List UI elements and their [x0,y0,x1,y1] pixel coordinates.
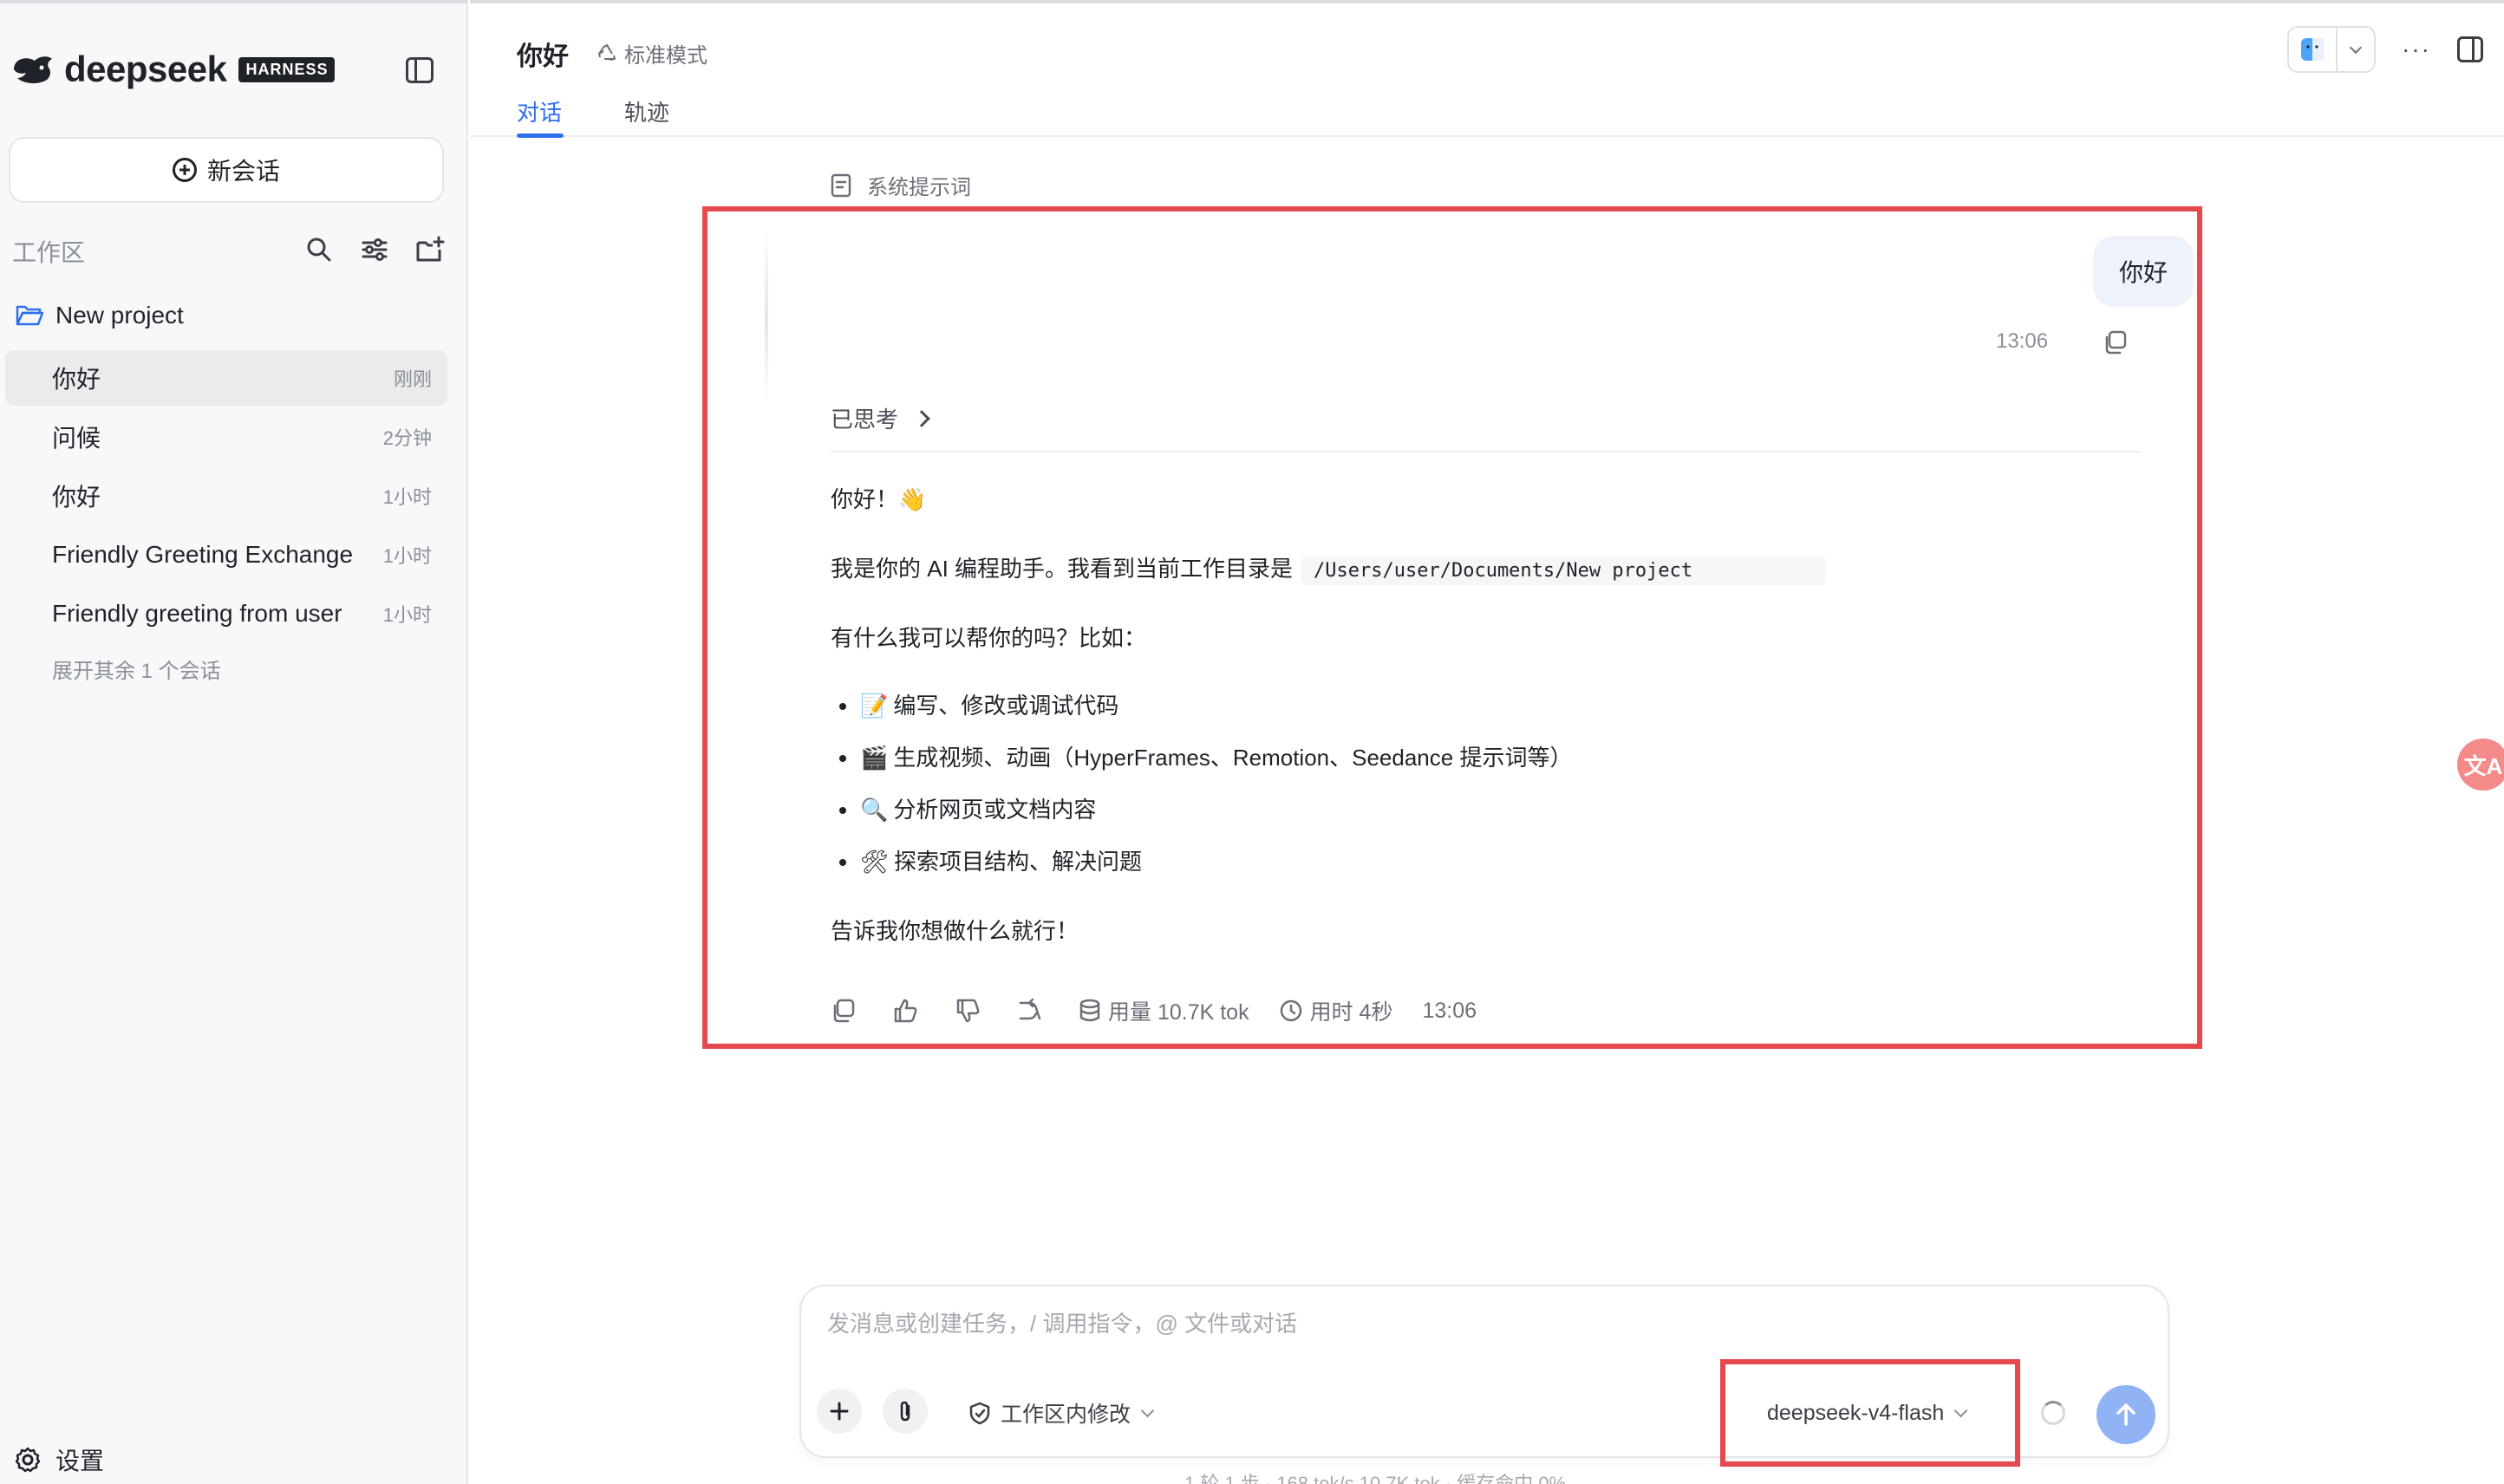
harness-badge: HARNESS [238,56,336,82]
tab-trace[interactable]: 轨迹 [624,95,669,127]
active-tab-indicator [517,133,564,138]
chat-item-0[interactable]: 你好 刚刚 [5,350,447,406]
chat-list: 你好 刚刚 问候 2分钟 你好 1小时 Friendly Greeting Ex… [5,350,447,645]
collapse-sidebar-icon[interactable] [406,57,434,83]
chat-title: Friendly greeting from user [52,600,342,627]
chat-title: Friendly Greeting Exchange [52,541,354,568]
folder-open-icon [16,305,43,326]
app-logo: deepseek HARNESS [10,49,336,89]
session-stats: 1 轮 1 步 · 168 tok/s 10.7K tok · 缓存命中 0% [1184,1473,1567,1484]
recycle-icon [598,43,616,61]
project-name: New project [55,302,184,329]
send-button[interactable] [2096,1385,2155,1444]
mode-tag[interactable]: 标准模式 [597,38,708,68]
chevron-down-icon [1140,1403,1155,1417]
chat-time: 2分钟 [382,427,432,449]
shield-edit-icon [969,1402,990,1425]
settings-button[interactable]: 设置 [14,1442,104,1477]
page-title: 你好 [517,42,569,71]
new-folder-icon[interactable] [414,234,446,265]
gear-icon [15,1447,41,1473]
plus-icon [830,1402,849,1421]
loading-spinner-icon [2041,1401,2065,1425]
project-folder[interactable]: New project [16,302,184,329]
chat-title: 你好 [52,366,101,393]
add-button[interactable] [817,1389,862,1434]
expand-more-chats-link[interactable]: 展开其余 1 个会话 [52,654,221,684]
finder-icon [2301,38,2325,61]
chat-item-4[interactable]: Friendly greeting from user 1小时 [5,586,447,641]
edit-mode-label: 工作区内修改 [1001,1403,1131,1427]
search-icon[interactable] [303,234,335,265]
chat-title: 你好 [52,484,101,511]
settings-label: 设置 [55,1448,105,1474]
model-highlight-annotation [1720,1359,2020,1467]
workspace-label: 工作区 [12,239,86,266]
logo-text: deepseek [64,49,227,89]
new-chat-button[interactable]: 新会话 [9,137,444,203]
arrow-up-icon [2116,1403,2136,1426]
chat-item-2[interactable]: 你好 1小时 [5,468,447,524]
tab-conversation[interactable]: 对话 [517,95,562,127]
chat-item-3[interactable]: Friendly Greeting Exchange 1小时 [5,527,447,583]
chat-time: 1小时 [382,545,432,567]
toggle-right-panel-icon[interactable] [2457,36,2483,62]
system-prompt-label: 系统提示词 [867,176,971,199]
attach-button[interactable] [883,1389,928,1434]
chevron-down-icon[interactable] [2338,41,2374,55]
document-icon [831,173,851,197]
chat-time: 刚刚 [393,368,432,390]
chat-item-1[interactable]: 问候 2分钟 [5,409,447,465]
chat-time: 1小时 [382,604,432,626]
edit-mode-select[interactable]: 工作区内修改 [968,1397,1155,1429]
message-input[interactable] [827,1311,2128,1338]
system-prompt-toggle[interactable]: 系统提示词 [831,170,971,200]
chat-title: 问候 [52,425,101,452]
sidebar: deepseek HARNESS 新会话 工作区 New project 你好 … [0,0,468,1484]
translate-icon[interactable]: 文A [2457,739,2504,791]
open-in-finder-button[interactable] [2287,26,2377,73]
chat-time: 1小时 [382,486,432,508]
new-chat-label: 新会话 [206,158,280,185]
whale-logo-icon [14,56,52,84]
mode-label: 标准模式 [624,44,708,68]
workspace-header: 工作区 [12,234,446,269]
filter-sliders-icon[interactable] [359,234,390,265]
top-bar: 你好 标准模式 对话 轨迹 ··· [470,0,2504,138]
message-highlight-annotation [702,206,2202,1049]
paperclip-icon [900,1401,910,1422]
plus-circle-icon [172,158,197,182]
more-icon[interactable]: ··· [2402,36,2431,63]
